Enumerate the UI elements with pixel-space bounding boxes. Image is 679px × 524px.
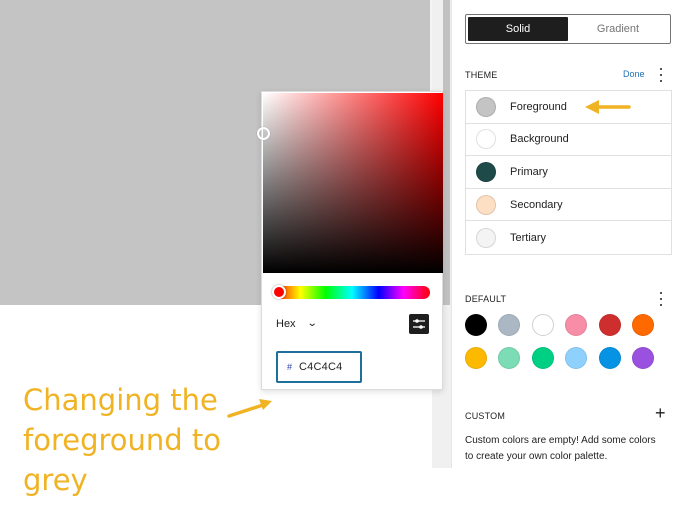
default-options-icon[interactable] (658, 292, 664, 306)
custom-heading: CUSTOM (465, 411, 506, 421)
color-swatch (476, 227, 496, 248)
color-swatch (476, 194, 496, 215)
annotation-arrow-icon (227, 399, 272, 418)
annotation-line-1: Changing the (23, 383, 218, 417)
theme-item-tertiary[interactable]: Tertiary (466, 221, 671, 254)
color-swatch-vivid-purple[interactable] (631, 347, 654, 369)
hue-slider[interactable] (272, 285, 430, 299)
theme-done-button[interactable]: Done (623, 69, 645, 79)
color-swatch (476, 96, 496, 117)
color-format-select[interactable]: Hex ⌄ (276, 317, 318, 331)
chevron-down-icon: ⌄ (306, 317, 318, 329)
color-swatch (476, 161, 496, 182)
sliders-icon (413, 319, 425, 329)
add-custom-color-icon[interactable]: + (655, 404, 667, 422)
hex-value: C4C4C4 (299, 361, 343, 373)
theme-item-background[interactable]: Background (466, 124, 671, 157)
default-color-palette (465, 314, 665, 369)
color-swatch-pale-cyan-blue[interactable] (565, 347, 588, 369)
hex-color-input[interactable]: # C4C4C4 (276, 351, 362, 383)
tab-solid[interactable]: Solid (468, 17, 568, 41)
color-format-label: Hex (276, 318, 296, 330)
theme-heading: THEME (465, 70, 498, 80)
annotation-text: Changing the foreground to grey (23, 380, 253, 500)
color-swatch-vivid-green-cyan[interactable] (531, 347, 554, 369)
custom-empty-message: Custom colors are empty! Add some colors… (465, 433, 679, 465)
fill-type-tabs: Solid Gradient (465, 14, 671, 44)
scrollbar-thumb[interactable] (443, 0, 450, 305)
theme-color-list: Foreground Background Primary Secondary … (465, 90, 672, 255)
saturation-handle[interactable] (257, 127, 270, 140)
custom-empty-line-2: to create your own color palette. (465, 451, 608, 462)
theme-item-label: Background (510, 133, 569, 146)
theme-item-secondary[interactable]: Secondary (466, 189, 671, 222)
theme-item-label: Foreground (510, 100, 567, 113)
color-swatch-pale-pink[interactable] (565, 314, 588, 336)
theme-options-icon[interactable] (658, 68, 664, 82)
color-swatch-white[interactable] (531, 314, 554, 336)
color-swatch-vivid-red[interactable] (598, 314, 621, 336)
hue-handle[interactable] (272, 285, 286, 299)
color-swatch-luminous-vivid-amber[interactable] (465, 347, 487, 369)
saturation-value-area[interactable] (257, 93, 443, 273)
foreground-pointer-arrow-icon (585, 100, 631, 114)
color-swatch-vivid-cyan-blue[interactable] (598, 347, 621, 369)
color-swatch-light-green-cyan[interactable] (498, 347, 521, 369)
theme-item-label: Secondary (510, 198, 563, 211)
color-swatch-black[interactable] (465, 314, 487, 336)
theme-item-primary[interactable]: Primary (466, 156, 671, 189)
annotation-line-2: foreground to (23, 423, 222, 457)
advanced-settings-button[interactable] (409, 314, 429, 334)
default-heading: DEFAULT (465, 294, 507, 304)
color-settings-sidebar: Solid Gradient THEME Done Foreground Bac… (453, 0, 679, 524)
theme-item-label: Tertiary (510, 231, 547, 244)
theme-item-label: Primary (510, 165, 548, 178)
color-swatch (476, 129, 496, 150)
custom-empty-line-1: Custom colors are empty! Add some colors (465, 435, 656, 446)
tab-gradient[interactable]: Gradient (568, 17, 668, 41)
color-picker-popover: Hex ⌄ # C4C4C4 (257, 91, 443, 390)
hash-prefix: # (287, 362, 293, 372)
annotation-line-3: grey (23, 463, 88, 497)
theme-item-foreground[interactable]: Foreground (466, 91, 671, 124)
color-swatch-luminous-vivid-orange[interactable] (631, 314, 654, 336)
color-swatch-cyan-bluish-gray[interactable] (498, 314, 521, 336)
